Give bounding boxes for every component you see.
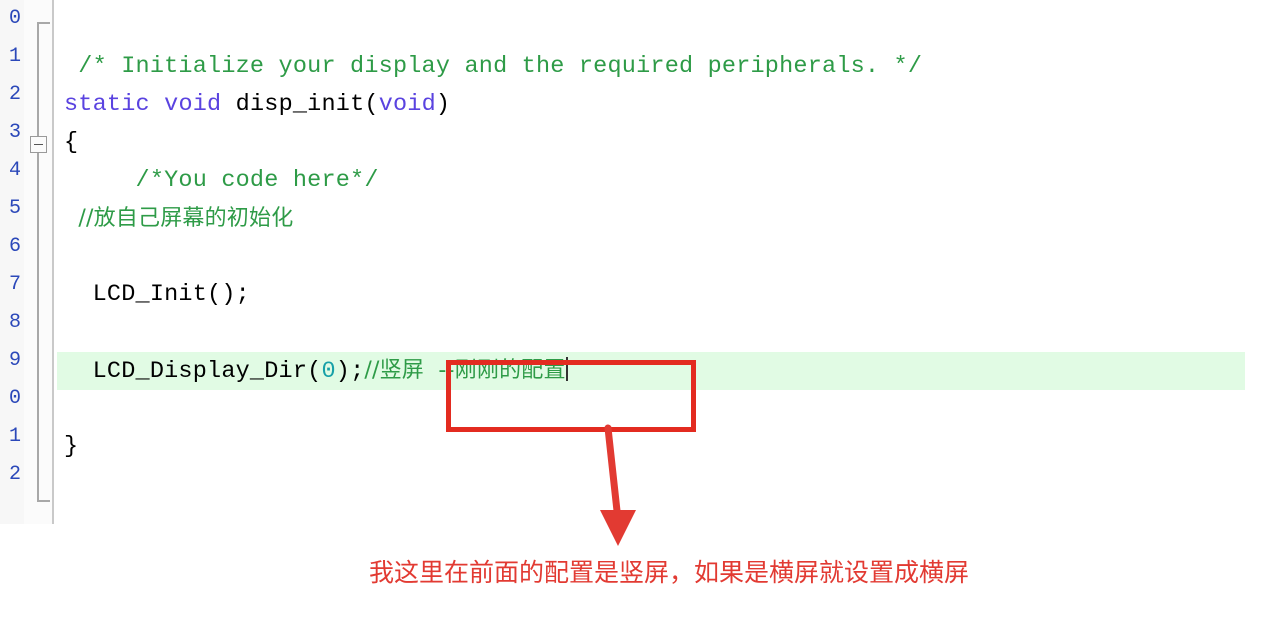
code-token-cmt: /*You code here*/	[64, 167, 379, 194]
code-token-pln: )	[435, 91, 451, 118]
line-number: 5	[8, 197, 21, 220]
code-token-pln: {	[64, 129, 79, 156]
line-number: 0	[8, 387, 21, 410]
line-number-gutter: 0 1 2 3 4 5 6 7 8 9 0 1 2	[0, 0, 24, 524]
code-line[interactable]	[57, 314, 1262, 352]
code-line[interactable]: {	[57, 124, 1262, 162]
code-token-pln: }	[64, 433, 79, 460]
code-token-kw: void	[378, 91, 436, 118]
code-line[interactable]: /* Initialize your display and the requi…	[57, 48, 1262, 86]
line-number: 8	[8, 311, 21, 334]
code-line[interactable]: LCD_Init();	[57, 276, 1262, 314]
annotation-highlight-box	[446, 360, 696, 432]
code-token-pln	[150, 91, 164, 118]
line-number: 2	[8, 463, 21, 486]
code-token-cmt: /* Initialize your display and the requi…	[64, 53, 923, 80]
fold-guide-line	[37, 22, 39, 502]
code-line-text: /* Initialize your display and the requi…	[57, 48, 922, 86]
code-line[interactable]	[57, 10, 1262, 48]
fold-tick-bottom-icon	[37, 500, 50, 502]
code-token-kw: static	[64, 91, 150, 118]
code-line[interactable]: /*You code here*/	[57, 162, 1262, 200]
line-number: 1	[8, 45, 21, 68]
annotation-text: 我这里在前面的配置是竖屏，如果是横屏就设置成横屏	[369, 558, 970, 587]
screenshot-root: 0 1 2 3 4 5 6 7 8 9 0 1 2 /* Initialize your display…	[0, 0, 1262, 620]
annotation-arrow-icon	[600, 424, 636, 546]
code-line-text: LCD_Init();	[57, 276, 250, 314]
line-number: 9	[8, 349, 21, 372]
code-token-kw: void	[164, 91, 222, 118]
code-line-text: static void disp_init(void)	[57, 86, 450, 124]
code-line[interactable]: static void disp_init(void)	[57, 86, 1262, 124]
line-number: 6	[8, 235, 21, 258]
line-number: 7	[8, 273, 21, 296]
fold-tick-top-icon	[37, 22, 50, 24]
code-token-num: 0	[321, 358, 336, 385]
line-number: 3	[8, 121, 21, 144]
code-token-pln: disp_init(	[221, 91, 379, 118]
code-token-pln: );	[335, 358, 365, 385]
collapse-block-icon[interactable]	[30, 136, 47, 153]
code-folding-margin[interactable]	[24, 0, 52, 524]
line-number: 1	[8, 425, 21, 448]
line-number: 4	[8, 159, 21, 182]
line-number: 0	[8, 7, 21, 30]
code-line-text: }	[57, 428, 78, 466]
code-token-pln: LCD_Init();	[64, 281, 250, 308]
line-number: 2	[8, 83, 21, 106]
code-token-pln: LCD_Display_Dir(	[64, 358, 322, 385]
code-line-text: /*You code here*/	[57, 162, 379, 200]
code-line-text: //放自己屏幕的初始化	[57, 200, 293, 239]
code-line-text: {	[57, 124, 78, 162]
code-token-cmt: //放自己屏幕的初始化	[64, 206, 294, 231]
code-line[interactable]: //放自己屏幕的初始化	[57, 200, 1262, 238]
code-line[interactable]	[57, 238, 1262, 276]
